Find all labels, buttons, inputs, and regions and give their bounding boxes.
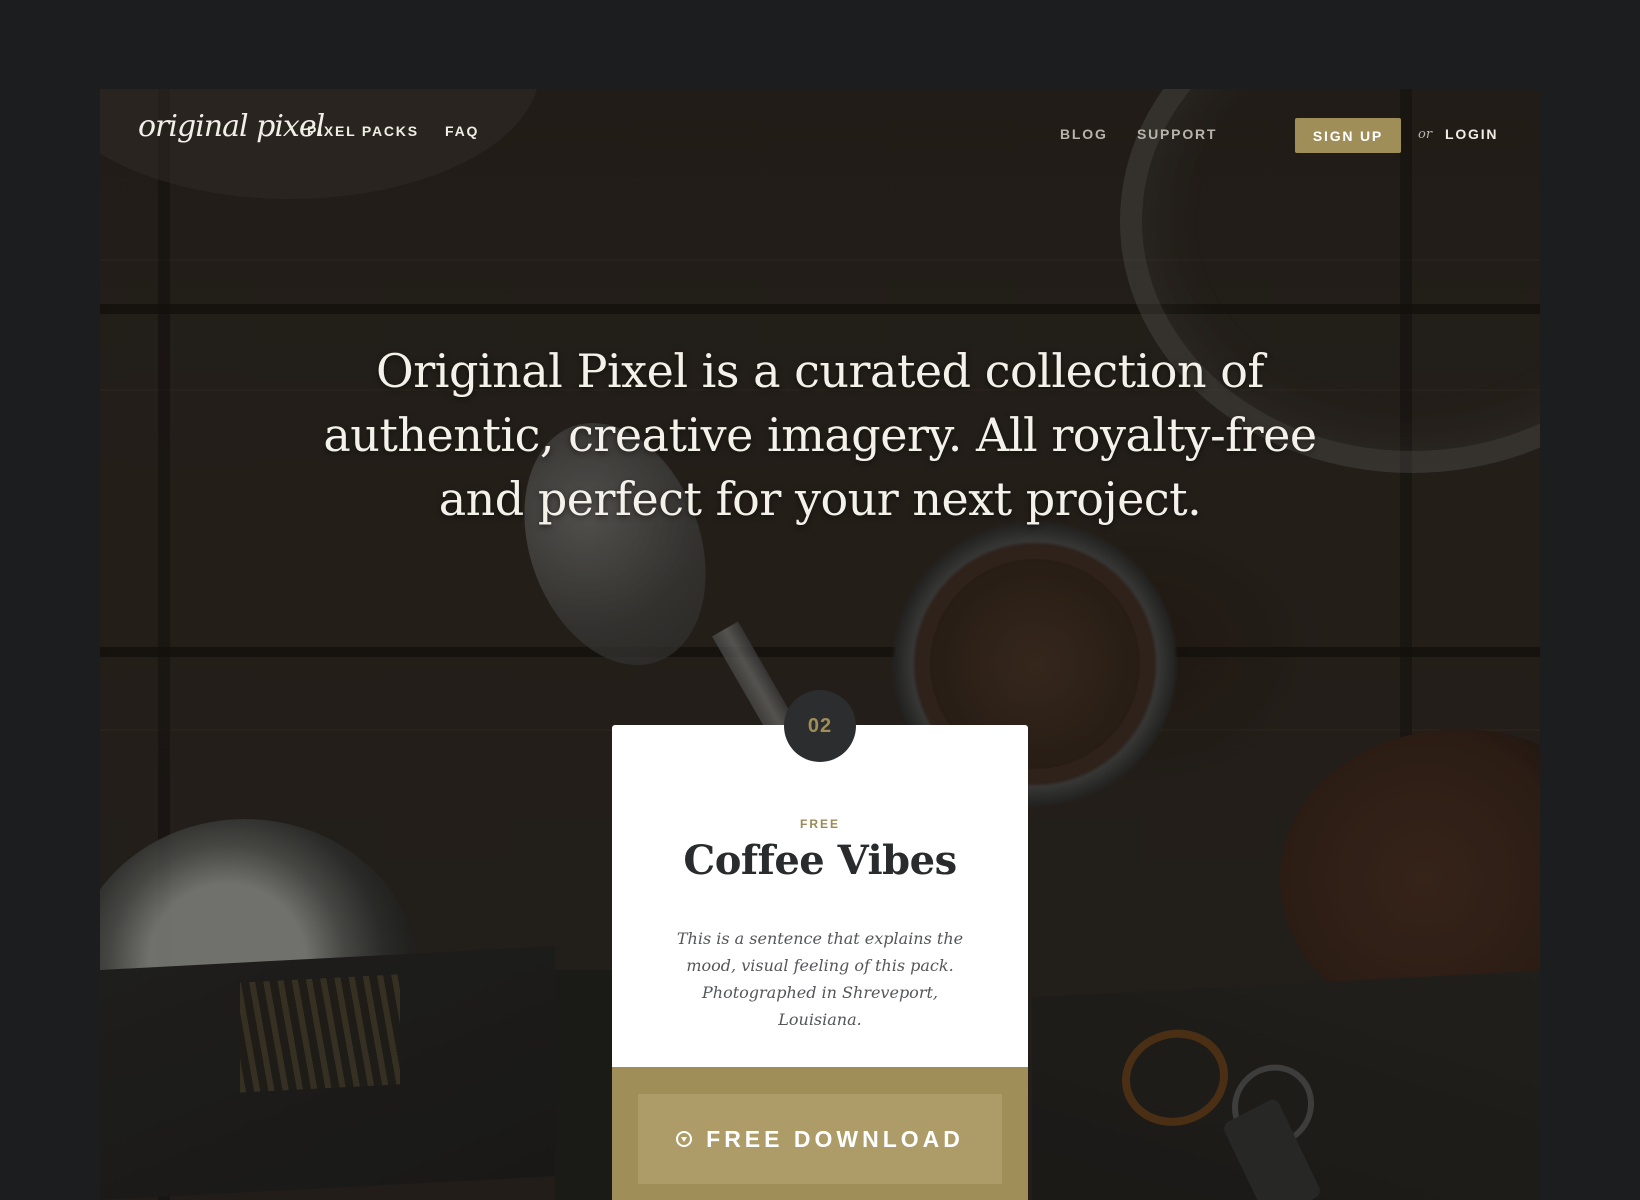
- pack-card: 02 FREE Coffee Vibes This is a sentence …: [612, 690, 1028, 1200]
- download-circle-icon: [676, 1131, 693, 1147]
- site-header: original pixel PIXEL PACKS FAQ BLOG SUPP…: [100, 89, 1540, 179]
- hero-frame: original pixel PIXEL PACKS FAQ BLOG SUPP…: [100, 89, 1540, 1200]
- hero-line: and perfect for your next project.: [438, 472, 1202, 526]
- sign-up-button[interactable]: SIGN UP: [1295, 118, 1401, 153]
- hero-headline: Original Pixel is a curated collection o…: [200, 339, 1440, 531]
- pack-number-badge: 02: [784, 690, 856, 762]
- pack-description: This is a sentence that explains the moo…: [676, 929, 964, 1029]
- or-separator: or: [1418, 127, 1433, 142]
- price-tag: FREE: [799, 817, 840, 831]
- hero-line: authentic, creative imagery. All royalty…: [323, 408, 1317, 462]
- download-label: FREE DOWNLOAD: [706, 1125, 964, 1152]
- nav-support[interactable]: SUPPORT: [1137, 126, 1217, 142]
- logo[interactable]: original pixel: [138, 109, 325, 144]
- nav-pixel-packs[interactable]: PIXEL PACKS: [307, 123, 419, 139]
- hero-line: Original Pixel is a curated collection o…: [376, 344, 1264, 398]
- pack-title: Coffee Vibes: [683, 837, 957, 884]
- card-footer: FREE DOWNLOAD: [612, 1067, 1028, 1200]
- nav-faq[interactable]: FAQ: [445, 123, 479, 139]
- free-download-button[interactable]: FREE DOWNLOAD: [638, 1094, 1002, 1184]
- nav-blog[interactable]: BLOG: [1060, 126, 1108, 142]
- login-link[interactable]: LOGIN: [1445, 126, 1498, 142]
